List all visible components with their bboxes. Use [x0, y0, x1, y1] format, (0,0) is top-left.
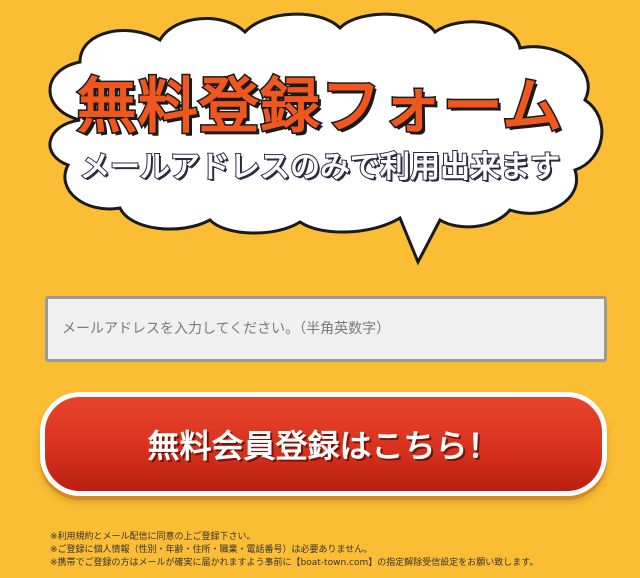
note-terms: ※利用規約とメール配信に同意の上ご登録下さい。	[50, 532, 256, 542]
page-subtitle: メールアドレスのみで利用出来ます	[79, 149, 561, 186]
notes: ※利用規約とメール配信に同意の上ご登録下さい。 ※ご登録に個人情報（性別・年齢・…	[50, 531, 630, 570]
email-field[interactable]	[45, 296, 607, 362]
note-mobile: ※携帯でご登録の方はメールが確実に届かれますよう事前に【boat-town.co…	[50, 558, 539, 568]
register-button-label: 無料会員登録はこちら！	[147, 427, 500, 465]
page-title: 無料登録フォーム	[75, 71, 564, 144]
note-privacy: ※ご登録に個人情報（性別・年齢・住所・職業・電話番号）は必要ありません。	[50, 545, 373, 555]
register-button[interactable]: 無料会員登録はこちら！	[40, 392, 607, 496]
